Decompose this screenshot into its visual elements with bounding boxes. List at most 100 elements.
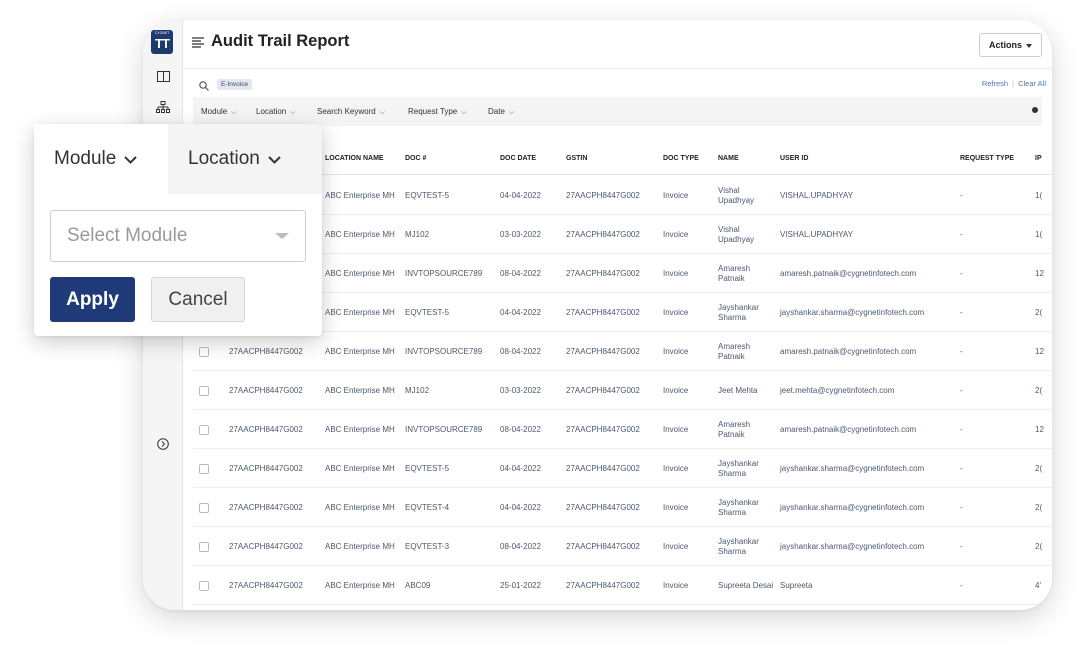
table-row[interactable]: 27AACPH8447G002 ABC Enterprise MH MJ102 03-… <box>193 371 1052 410</box>
cell-name: Jayshankar Sharma <box>718 302 759 322</box>
cell-ip: 1( <box>1035 191 1043 200</box>
column-header[interactable]: IP <box>1035 155 1042 162</box>
tab-module-label: Module <box>54 148 117 169</box>
cell-req: - <box>960 425 963 434</box>
filter-label: Module <box>201 107 228 116</box>
app-logo[interactable]: CYGNET TT <box>151 30 173 54</box>
cell-gstin-main: 27AACPH8447G002 <box>229 581 303 590</box>
cell-doc: EQVTEST-5 <box>405 191 450 200</box>
table-row[interactable]: 27AACPH8447G002 ABC Enterprise MH EQVTEST-… <box>193 527 1052 566</box>
table-row[interactable]: 27AACPH8447G002 ABC Enterprise MH ABC09 25-… <box>193 566 1052 605</box>
filter-request-type[interactable]: Request Type ⌵ <box>408 107 466 117</box>
cell-location: ABC Enterprise MH <box>325 190 395 200</box>
cancel-button[interactable]: Cancel <box>151 277 245 322</box>
cell-date: 25-01-2022 <box>500 581 541 590</box>
column-header[interactable]: LOCATION NAME <box>325 155 384 162</box>
panel-toggle-icon[interactable] <box>153 66 173 86</box>
cell-gstin-main: 27AACPH8447G002 <box>229 503 303 512</box>
cell-name: Jayshankar Sharma <box>718 497 759 517</box>
module-select[interactable]: Select Module <box>50 210 306 262</box>
cell-date: 08-04-2022 <box>500 542 541 551</box>
logo-mark: TT <box>155 36 170 51</box>
cell-location: ABC Enterprise MH <box>325 268 395 278</box>
column-header[interactable]: DOC TYPE <box>663 155 699 162</box>
refresh-link[interactable]: Refresh <box>982 79 1008 88</box>
expand-sidebar-icon[interactable] <box>153 434 173 454</box>
cell-type: Invoice <box>663 347 689 356</box>
table-row[interactable]: 27AACPH8447G002 ABC Enterprise MH EQVTEST-… <box>193 449 1052 488</box>
row-checkbox[interactable] <box>199 463 209 474</box>
filter-module[interactable]: Module ⌵ <box>201 107 237 117</box>
settings-icon[interactable] <box>1032 107 1038 113</box>
cell-doc: EQVTEST-5 <box>405 464 450 473</box>
search-bar[interactable]: E-Invoice Refresh | Clear All <box>183 68 1052 97</box>
chevron-down-icon: ⌵ <box>506 109 515 116</box>
cell-gstin: 27AACPH8447G002 <box>566 581 640 590</box>
cell-gstin: 27AACPH8447G002 <box>566 542 640 551</box>
caret-down-icon <box>1026 40 1032 50</box>
cell-type: Invoice <box>663 308 689 317</box>
row-checkbox[interactable] <box>199 346 209 357</box>
column-header[interactable]: GSTIN <box>566 155 587 162</box>
filter-popup: Module Location Select Module Apply Canc… <box>34 124 322 336</box>
cell-type: Invoice <box>663 269 689 278</box>
cell-gstin-main: 27AACPH8447G002 <box>229 542 303 551</box>
actions-button[interactable]: Actions <box>978 33 1042 57</box>
cell-ip: 12 <box>1035 347 1044 356</box>
cell-location: ABC Enterprise MH <box>325 580 395 590</box>
column-header[interactable]: REQUEST TYPE <box>960 155 1014 162</box>
row-checkbox-cell <box>199 449 209 488</box>
column-header[interactable]: NAME <box>718 155 739 162</box>
apply-button[interactable]: Apply <box>50 277 135 322</box>
cell-date: 08-04-2022 <box>500 269 541 278</box>
popup-tabs: Module Location <box>34 124 322 194</box>
row-checkbox[interactable] <box>199 424 209 435</box>
cell-ip: 2( <box>1035 308 1043 317</box>
column-header[interactable]: DOC DATE <box>500 155 536 162</box>
filter-label: Date <box>488 107 505 116</box>
search-chip[interactable]: E-Invoice <box>217 79 253 90</box>
cell-location: ABC Enterprise MH <box>325 541 395 551</box>
cell-date: 04-04-2022 <box>500 464 541 473</box>
filter-label: Location <box>256 107 287 116</box>
table-row[interactable]: 27AACPH8447G002 ABC Enterprise MH INVTOPSO… <box>193 332 1052 371</box>
table-row[interactable]: 27AACPH8447G002 ABC Enterprise MH EQVTEST-… <box>193 488 1052 527</box>
cell-user: Supreeta <box>780 581 813 590</box>
table-row[interactable]: 27AACPH8447G002 ABC Enterprise MH INVTOPSO… <box>193 410 1052 449</box>
cell-doc: EQVTEST-3 <box>405 542 450 551</box>
cell-date: 08-04-2022 <box>500 347 541 356</box>
cell-ip: 2( <box>1035 386 1043 395</box>
row-checkbox[interactable] <box>199 385 209 396</box>
filter-location[interactable]: Location ⌵ <box>256 107 296 117</box>
cell-date: 03-03-2022 <box>500 230 541 239</box>
filter-search-keyword[interactable]: Search Keyword ⌵ <box>317 107 385 117</box>
cell-doc: INVTOPSOURCE789 <box>405 347 483 356</box>
cell-req: - <box>960 503 963 512</box>
row-checkbox-cell <box>199 410 209 449</box>
tab-location[interactable]: Location <box>168 124 322 194</box>
cell-req: - <box>960 191 963 200</box>
search-icon <box>199 78 209 96</box>
row-checkbox[interactable] <box>199 502 209 513</box>
hierarchy-icon[interactable] <box>153 97 173 117</box>
tab-module[interactable]: Module <box>34 124 168 194</box>
cell-type: Invoice <box>663 464 689 473</box>
cell-date: 04-04-2022 <box>500 308 541 317</box>
cell-name: Jayshankar Sharma <box>718 458 759 478</box>
cell-gstin: 27AACPH8447G002 <box>566 308 640 317</box>
clear-all-link[interactable]: Clear All <box>1018 79 1046 88</box>
menu-icon[interactable] <box>192 35 204 53</box>
cell-doc: EQVTEST-4 <box>405 503 450 512</box>
row-checkbox[interactable] <box>199 580 209 591</box>
cell-gstin: 27AACPH8447G002 <box>566 230 640 239</box>
chevron-down-icon <box>124 148 138 170</box>
filter-label: Request Type <box>408 107 458 116</box>
column-header[interactable]: DOC # <box>405 155 426 162</box>
cell-location: ABC Enterprise MH <box>325 424 395 434</box>
cell-gstin-main: 27AACPH8447G002 <box>229 347 303 356</box>
row-checkbox[interactable] <box>199 541 209 552</box>
cell-gstin: 27AACPH8447G002 <box>566 503 640 512</box>
column-header[interactable]: USER ID <box>780 155 808 162</box>
cell-type: Invoice <box>663 191 689 200</box>
filter-date[interactable]: Date ⌵ <box>488 107 514 117</box>
